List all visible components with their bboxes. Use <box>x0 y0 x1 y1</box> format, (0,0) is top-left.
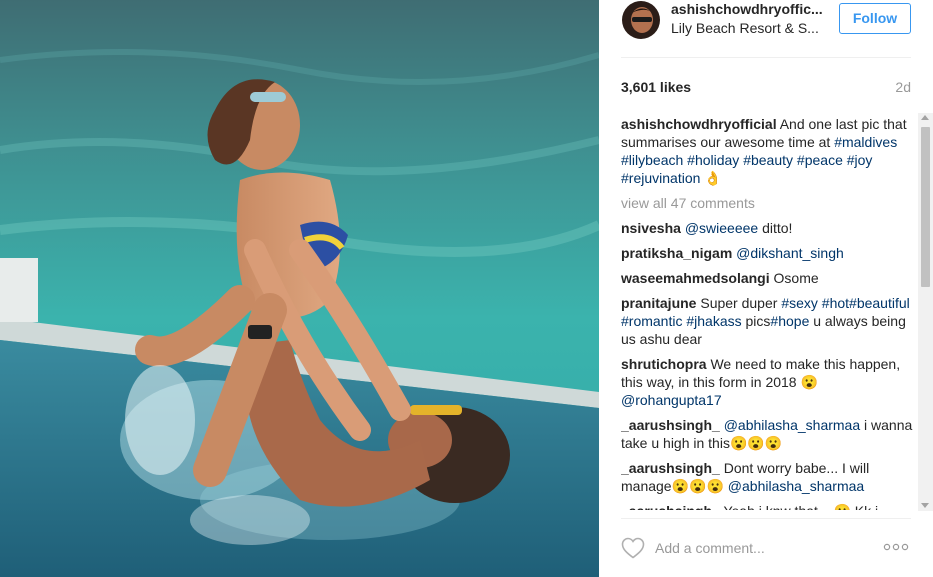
comments-scrollbar[interactable] <box>918 113 933 511</box>
scroll-down-arrow-icon[interactable] <box>921 503 929 508</box>
scrollbar-thumb[interactable] <box>921 127 930 287</box>
comment-item: _aarushsingh_ Yeah i knw that... 😮 Kk i <box>621 502 917 510</box>
hashtag-link[interactable]: #beautiful <box>849 295 910 311</box>
post-side-panel: ashishchowdhryoffic... Lily Beach Resort… <box>599 0 933 577</box>
more-options-icon[interactable] <box>883 542 909 552</box>
comment-text: Yeah i knw that... 😮 Kk i <box>723 503 878 510</box>
hashtag-link[interactable]: #maldives <box>834 134 897 150</box>
hashtag-link[interactable]: #holiday <box>687 152 739 168</box>
post-owner-username[interactable]: ashishchowdhryoffic... <box>671 1 823 17</box>
hashtag-link[interactable]: #joy <box>847 152 873 168</box>
comment-text: Super duper <box>700 295 782 311</box>
add-comment-input[interactable] <box>655 536 875 560</box>
comment-item: waseemahmedsolangi Osome <box>621 269 917 287</box>
comment-text: ditto! <box>758 220 793 236</box>
hashtag-link[interactable]: #jhakass <box>686 313 741 329</box>
comments-list: ashishchowdhryofficial And one last pic … <box>621 115 917 510</box>
likes-count[interactable]: 3,601 likes <box>621 79 691 95</box>
comment-footer <box>621 518 911 577</box>
scroll-up-arrow-icon[interactable] <box>921 115 929 120</box>
post-caption: ashishchowdhryofficial And one last pic … <box>621 115 917 187</box>
comment-username[interactable]: _aarushsingh_ <box>621 460 720 476</box>
comment-item: shrutichopra We need to make this happen… <box>621 355 917 409</box>
comment-item: _aarushsingh_ Dont worry babe... I will … <box>621 459 917 495</box>
hashtag-link[interactable]: #sexy <box>781 295 818 311</box>
view-all-comments-link[interactable]: view all 47 comments <box>621 194 917 212</box>
comment-username[interactable]: _aarushsingh_ <box>621 417 720 433</box>
comment-username[interactable]: nsivesha <box>621 220 681 236</box>
hashtag-link[interactable]: #rejuvination <box>621 170 700 186</box>
heart-outline-icon[interactable] <box>621 537 645 559</box>
mention-link[interactable]: @dikshant_singh <box>736 245 844 261</box>
post-header: ashishchowdhryoffic... Lily Beach Resort… <box>621 0 911 58</box>
avatar[interactable] <box>622 1 660 39</box>
avatar-image <box>622 1 660 39</box>
comment-item: pratiksha_nigam @dikshant_singh <box>621 244 917 262</box>
post-time[interactable]: 2d <box>895 76 911 98</box>
likes-row: 3,601 likes 2d <box>621 76 911 98</box>
follow-button[interactable]: Follow <box>839 3 911 34</box>
comment-username[interactable]: shrutichopra <box>621 356 707 372</box>
hashtag-link[interactable]: #beauty <box>743 152 793 168</box>
comment-username[interactable]: _aarushsingh_ <box>621 503 720 510</box>
post-location[interactable]: Lily Beach Resort & S... <box>671 20 819 36</box>
caption-username[interactable]: ashishchowdhryofficial <box>621 116 777 132</box>
comment-text: Osome <box>773 270 819 286</box>
mention-link[interactable]: @abhilasha_sharmaa <box>724 417 860 433</box>
comment-username[interactable]: waseemahmedsolangi <box>621 270 770 286</box>
beach-photo-image <box>0 0 599 577</box>
comment-text: pics <box>741 313 771 329</box>
ok-hand-emoji-icon: 👌 <box>704 170 722 186</box>
hashtag-link[interactable]: #hope <box>770 313 809 329</box>
hashtag-link[interactable]: #lilybeach <box>621 152 683 168</box>
mention-link[interactable]: @rohangupta17 <box>621 392 722 408</box>
comment-item: nsivesha @swieeeee ditto! <box>621 219 917 237</box>
comment-username[interactable]: pratiksha_nigam <box>621 245 732 261</box>
hashtag-link[interactable]: #romantic <box>621 313 682 329</box>
hashtag-link[interactable]: #hot <box>822 295 849 311</box>
post-photo[interactable] <box>0 0 599 577</box>
mention-link[interactable]: @abhilasha_sharmaa <box>728 478 864 494</box>
comment-item: pranitajune Super duper #sexy #hot#beaut… <box>621 294 917 348</box>
comment-item: _aarushsingh_ @abhilasha_sharmaa i wanna… <box>621 416 917 452</box>
comment-username[interactable]: pranitajune <box>621 295 696 311</box>
mention-link[interactable]: @swieeeee <box>685 220 758 236</box>
hashtag-link[interactable]: #peace <box>797 152 843 168</box>
